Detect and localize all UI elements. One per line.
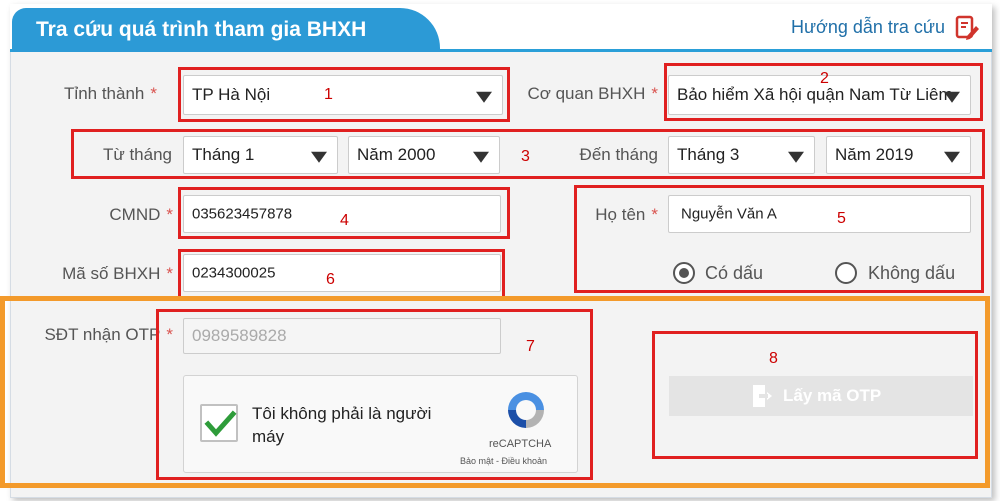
annotation-box-5 [574,185,984,293]
agency-label: Cơ quan BHXH * [527,84,658,103]
province-label: Tỉnh thành * [64,84,157,103]
annotation-box-6 [178,249,505,301]
insurance-code-label: Mã số BHXH * [62,264,173,283]
annotation-number-6: 6 [326,271,335,288]
annotation-number-2: 2 [820,70,829,87]
annotation-number-8: 8 [769,350,778,367]
annotation-number-1: 1 [324,86,333,103]
annotation-number-7: 7 [526,338,535,355]
edit-document-icon[interactable] [954,15,980,41]
annotation-number-3: 3 [521,148,530,165]
page-title: Tra cứu quá trình tham gia BHXH [12,8,440,52]
annotation-number-5: 5 [837,210,846,227]
id-card-label: CMND * [109,205,173,224]
annotation-number-4: 4 [340,212,349,229]
help-link[interactable]: Hướng dẫn tra cứu [791,17,945,38]
annotation-box-otp-section [0,296,990,488]
annotation-box-1 [178,67,510,122]
